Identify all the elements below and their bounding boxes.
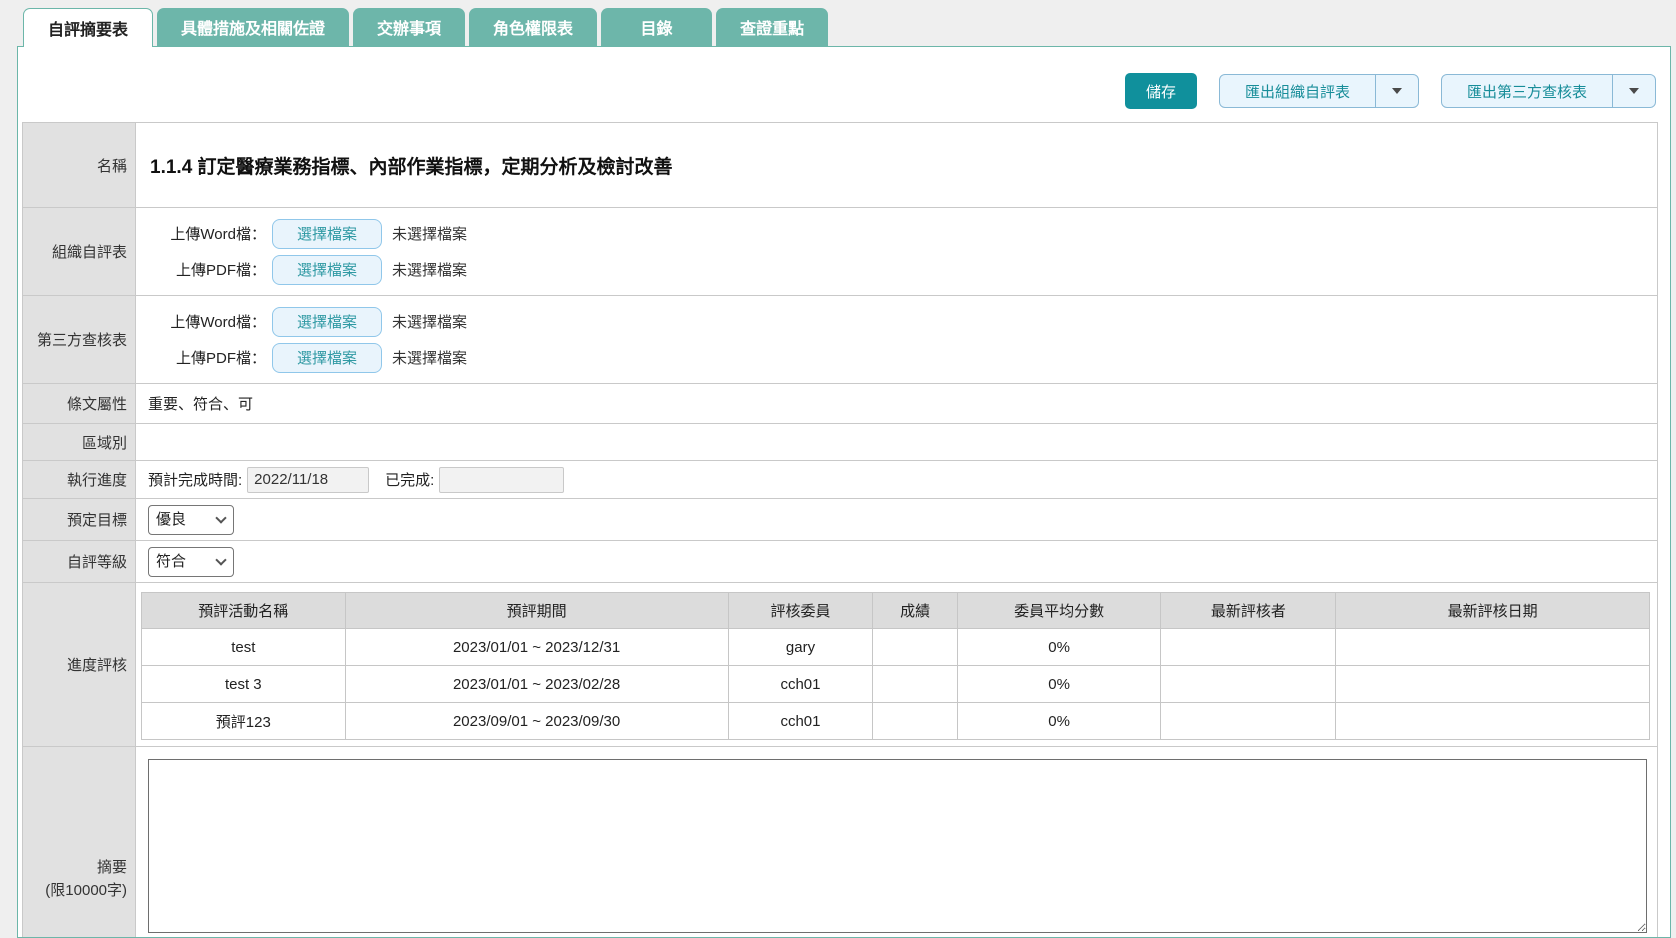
- third-word-upload-label: 上傳Word檔：: [148, 311, 266, 332]
- export-org-button[interactable]: 匯出組織自評表: [1220, 75, 1375, 107]
- item-title: 1.1.4 訂定醫療業務指標、內部作業指標，定期分析及檢討改善: [148, 152, 1657, 179]
- org-word-upload-label: 上傳Word檔：: [148, 223, 266, 244]
- table-cell: [1161, 629, 1336, 666]
- toolbar: 儲存 匯出組織自評表 匯出第三方查核表: [18, 47, 1670, 109]
- org-word-no-file-text: 未選擇檔案: [392, 223, 467, 244]
- review-header-row: 預評活動名稱 預評期間 評核委員 成績 委員平均分數 最新評核者 最新評核日期: [142, 593, 1650, 629]
- table-cell: 2023/01/01 ~ 2023/12/31: [345, 629, 728, 666]
- dropdown-caret-icon: [1629, 88, 1639, 94]
- third-word-upload: 上傳Word檔： 選擇檔案 未選擇檔案: [148, 307, 1657, 337]
- table-cell: [873, 703, 957, 740]
- save-button[interactable]: 儲存: [1125, 73, 1197, 109]
- col-header-latest-reviewer: 最新評核者: [1161, 593, 1336, 629]
- clause-attr-label: 條文屬性: [23, 384, 136, 424]
- clause-attr-value: 重要、符合、可: [136, 384, 1658, 424]
- table-row: test 3 2023/01/01 ~ 2023/02/28 cch01 0%: [142, 666, 1650, 703]
- export-third-split-button: 匯出第三方查核表: [1441, 74, 1656, 108]
- col-header-activity-name: 預評活動名稱: [142, 593, 346, 629]
- table-cell: gary: [728, 629, 873, 666]
- tab-directory[interactable]: 目錄: [601, 8, 712, 46]
- row-summary: 摘要 (限10000字): [23, 747, 1658, 938]
- table-cell: 0%: [957, 629, 1161, 666]
- table-cell: test: [142, 629, 346, 666]
- target-label: 預定目標: [23, 499, 136, 541]
- planned-completion-input[interactable]: [247, 467, 369, 493]
- org-pdf-no-file-text: 未選擇檔案: [392, 259, 467, 280]
- row-progress-review: 進度評核 預評活動名稱 預評期間 評核委員 成績: [23, 583, 1658, 747]
- table-cell: [1336, 666, 1650, 703]
- content-panel: 儲存 匯出組織自評表 匯出第三方查核表 名稱 1.1.4 訂定醫療業務指標、內部…: [17, 46, 1671, 938]
- org-word-choose-file-button[interactable]: 選擇檔案: [272, 219, 382, 249]
- self-assessment-form: 名稱 1.1.4 訂定醫療業務指標、內部作業指標，定期分析及檢討改善 組織自評表…: [22, 122, 1658, 938]
- org-pdf-choose-file-button[interactable]: 選擇檔案: [272, 255, 382, 285]
- col-header-committee-member: 評核委員: [728, 593, 873, 629]
- row-name: 名稱 1.1.4 訂定醫療業務指標、內部作業指標，定期分析及檢討改善: [23, 123, 1658, 208]
- completed-input[interactable]: [439, 467, 564, 493]
- table-cell: [873, 629, 957, 666]
- org-word-upload: 上傳Word檔： 選擇檔案 未選擇檔案: [148, 219, 1657, 249]
- org-form-label: 組織自評表: [23, 208, 136, 296]
- table-cell: cch01: [728, 666, 873, 703]
- name-label: 名稱: [23, 123, 136, 208]
- review-table: 預評活動名稱 預評期間 評核委員 成績 委員平均分數 最新評核者 最新評核日期: [141, 592, 1650, 740]
- tab-self-assessment-summary[interactable]: 自評摘要表: [23, 8, 153, 47]
- row-clause-attribute: 條文屬性 重要、符合、可: [23, 384, 1658, 424]
- third-pdf-choose-file-button[interactable]: 選擇檔案: [272, 343, 382, 373]
- export-third-button[interactable]: 匯出第三方查核表: [1442, 75, 1612, 107]
- table-cell: [873, 666, 957, 703]
- tab-specific-measures-evidence[interactable]: 具體措施及相關佐證: [157, 8, 349, 46]
- table-cell: [1161, 666, 1336, 703]
- tab-role-permissions[interactable]: 角色權限表: [469, 8, 597, 46]
- third-pdf-no-file-text: 未選擇檔案: [392, 347, 467, 368]
- table-cell: cch01: [728, 703, 873, 740]
- summary-textarea[interactable]: [148, 759, 1647, 933]
- progress-label: 執行進度: [23, 461, 136, 499]
- export-org-dropdown-button[interactable]: [1375, 75, 1418, 107]
- row-region: 區域別: [23, 424, 1658, 461]
- org-pdf-upload-label: 上傳PDF檔：: [148, 259, 266, 280]
- row-planned-target: 預定目標 優良: [23, 499, 1658, 541]
- table-cell: 2023/09/01 ~ 2023/09/30: [345, 703, 728, 740]
- completed-label: 已完成:: [385, 469, 434, 490]
- export-org-split-button: 匯出組織自評表: [1219, 74, 1419, 108]
- row-self-grade: 自評等級 符合: [23, 541, 1658, 583]
- summary-label: 摘要 (限10000字): [23, 747, 136, 938]
- dropdown-caret-icon: [1392, 88, 1402, 94]
- table-cell: [1161, 703, 1336, 740]
- col-header-review-period: 預評期間: [345, 593, 728, 629]
- region-value: [136, 424, 1658, 461]
- table-row: test 2023/01/01 ~ 2023/12/31 gary 0%: [142, 629, 1650, 666]
- third-form-label: 第三方查核表: [23, 296, 136, 384]
- self-grade-select[interactable]: 符合: [148, 547, 234, 577]
- planned-completion-label: 預計完成時間:: [148, 469, 242, 490]
- col-header-latest-review-date: 最新評核日期: [1336, 593, 1650, 629]
- target-select[interactable]: 優良: [148, 505, 234, 535]
- col-header-score: 成績: [873, 593, 957, 629]
- third-word-choose-file-button[interactable]: 選擇檔案: [272, 307, 382, 337]
- review-label: 進度評核: [23, 583, 136, 747]
- third-pdf-upload-label: 上傳PDF檔：: [148, 347, 266, 368]
- table-cell: test 3: [142, 666, 346, 703]
- table-cell: 預評123: [142, 703, 346, 740]
- table-cell: [1336, 703, 1650, 740]
- tab-assigned-tasks[interactable]: 交辦事項: [353, 8, 465, 46]
- third-word-no-file-text: 未選擇檔案: [392, 311, 467, 332]
- table-cell: 0%: [957, 666, 1161, 703]
- tab-verification-points[interactable]: 查證重點: [716, 8, 828, 46]
- row-execution-progress: 執行進度 預計完成時間: 已完成:: [23, 461, 1658, 499]
- table-cell: [1336, 629, 1650, 666]
- row-third-party-audit-upload: 第三方查核表 上傳Word檔： 選擇檔案 未選擇檔案 上傳PDF檔： 選擇檔案 …: [23, 296, 1658, 384]
- table-row: 預評123 2023/09/01 ~ 2023/09/30 cch01 0%: [142, 703, 1650, 740]
- region-label: 區域別: [23, 424, 136, 461]
- row-org-self-assessment-upload: 組織自評表 上傳Word檔： 選擇檔案 未選擇檔案 上傳PDF檔： 選擇檔案 未…: [23, 208, 1658, 296]
- export-third-dropdown-button[interactable]: [1612, 75, 1655, 107]
- org-pdf-upload: 上傳PDF檔： 選擇檔案 未選擇檔案: [148, 255, 1657, 285]
- col-header-average-score: 委員平均分數: [957, 593, 1161, 629]
- third-pdf-upload: 上傳PDF檔： 選擇檔案 未選擇檔案: [148, 343, 1657, 373]
- tab-bar: 自評摘要表 具體措施及相關佐證 交辦事項 角色權限表 目錄 查證重點: [0, 0, 1676, 46]
- table-cell: 2023/01/01 ~ 2023/02/28: [345, 666, 728, 703]
- self-grade-label: 自評等級: [23, 541, 136, 583]
- table-cell: 0%: [957, 703, 1161, 740]
